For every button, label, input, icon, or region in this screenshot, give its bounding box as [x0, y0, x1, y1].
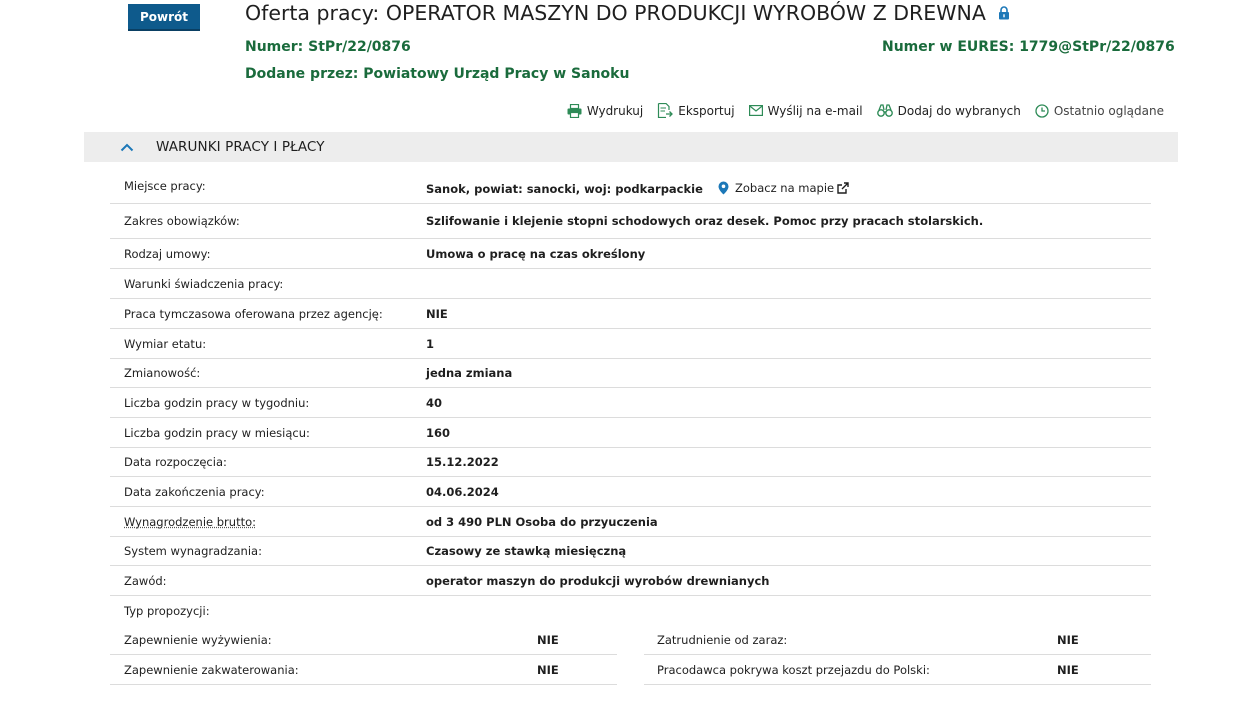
table-row: Wymiar etatu: 1 [110, 329, 1151, 359]
print-label: Wydrukuj [586, 103, 644, 118]
section-header-work-conditions[interactable]: WARUNKI PRACY I PŁACY [84, 132, 1178, 162]
grid-cell: Pracodawca pokrywa koszt przejazdu do Po… [644, 655, 1151, 685]
table-row: Data rozpoczęcia: 15.12.2022 [110, 448, 1151, 477]
envelope-icon [748, 105, 763, 116]
map-link[interactable]: Zobacz na mapie [718, 181, 855, 195]
external-link-icon [837, 181, 849, 194]
page-title-text: Oferta pracy: OPERATOR MASZYN DO PRODUKC… [245, 1, 986, 25]
table-row: Typ propozycji: [110, 596, 1151, 625]
row-value: NIE [426, 306, 448, 321]
row-label: Data zakończenia pracy: [124, 484, 265, 499]
row-label: Rodzaj umowy: [124, 246, 211, 261]
table-row: Zawód: operator maszyn do produkcji wyro… [110, 566, 1151, 596]
grid-cell: Zapewnienie wyżywienia: NIE [110, 625, 617, 655]
binoculars-icon [876, 104, 893, 117]
grid-cell: Zatrudnienie od zaraz: NIE [644, 625, 1151, 655]
favorites-label: Dodaj do wybranych [897, 103, 1021, 118]
table-row: Miejsce pracy: Sanok, powiat: sanocki, w… [110, 172, 1151, 204]
row-value: operator maszyn do produkcji wyrobów dre… [426, 573, 770, 588]
export-label: Eksportuj [678, 103, 735, 118]
table-row: Liczba godzin pracy w miesiącu: 160 [110, 418, 1151, 448]
row-label: Zawód: [124, 573, 167, 588]
table-row: Praca tymczasowa oferowana przez agencję… [110, 299, 1151, 329]
added-by-label: Dodane przez: [245, 66, 359, 82]
export-button[interactable]: Eksportuj [657, 103, 735, 118]
back-button[interactable]: Powrót [128, 4, 200, 31]
grid-label: Pracodawca pokrywa koszt przejazdu do Po… [657, 662, 930, 677]
grid-label: Zapewnienie zakwaterowania: [124, 662, 299, 677]
recent-label: Ostatnio oglądane [1053, 103, 1164, 118]
row-label: Wymiar etatu: [124, 336, 207, 351]
eures-number-value: 1779@StPr/22/0876 [1019, 39, 1175, 55]
row-label: System wynagradzania: [124, 544, 262, 558]
row-value: 15.12.2022 [426, 455, 499, 469]
row-value: 04.06.2024 [426, 484, 499, 499]
table-row: System wynagradzania: Czasowy ze stawką … [110, 537, 1151, 566]
table-row: Data zakończenia pracy: 04.06.2024 [110, 477, 1151, 507]
salary-label[interactable]: Wynagrodzenie brutto: [124, 515, 256, 529]
add-favorites-button[interactable]: Dodaj do wybranych [876, 103, 1021, 118]
row-label: Praca tymczasowa oferowana przez agencję… [124, 306, 383, 321]
print-button[interactable]: Wydrukuj [567, 103, 643, 118]
row-value: 40 [426, 395, 443, 410]
table-row: Rodzaj umowy: Umowa o pracę na czas okre… [110, 239, 1151, 269]
email-label: Wyślij na e-mail [767, 103, 863, 118]
row-value: 160 [426, 425, 451, 440]
eures-number-label: Numer w EURES: [882, 39, 1015, 55]
row-value: Sanok, powiat: sanocki, woj: podkarpacki… [426, 181, 703, 196]
table-row: Zakres obowiązków: Szlifowanie i klejeni… [110, 204, 1151, 239]
map-pin-icon [718, 181, 729, 194]
added-by: Dodane przez: Powiatowy Urząd Pracy w Sa… [245, 66, 629, 82]
row-value: Czasowy ze stawką miesięczną [426, 544, 627, 558]
offer-number-label: Numer: [245, 39, 304, 55]
grid-value: NIE [537, 662, 559, 677]
table-row: Liczba godzin pracy w tygodniu: 40 [110, 388, 1151, 418]
table-row: Zmianowość: jedna zmiana [110, 359, 1151, 388]
row-label: Liczba godzin pracy w miesiącu: [124, 425, 310, 440]
row-label: Zakres obowiązków: [124, 214, 240, 228]
row-value: Umowa o pracę na czas określony [426, 246, 646, 261]
printer-icon [567, 103, 582, 118]
row-label: Warunki świadczenia pracy: [124, 276, 284, 291]
page-title: Oferta pracy: OPERATOR MASZYN DO PRODUKC… [245, 1, 1010, 25]
row-label: Zmianowość: [124, 366, 201, 380]
export-icon [658, 103, 674, 118]
action-toolbar: Wydrukuj Eksportuj Wyślij na e-mail Doda… [553, 103, 1164, 118]
row-value: Szlifowanie i klejenie stopni schodowych… [426, 214, 984, 228]
recently-viewed-button[interactable]: Ostatnio oglądane [1035, 103, 1164, 118]
row-value: 1 [426, 336, 435, 351]
row-label: Data rozpoczęcia: [124, 455, 227, 469]
row-value: od 3 490 PLN Osoba do przyuczenia [426, 514, 658, 529]
grid-value: NIE [1057, 662, 1079, 677]
clock-icon [1035, 103, 1049, 118]
work-conditions-table: Miejsce pracy: Sanok, powiat: sanocki, w… [110, 172, 1151, 625]
section-title: WARUNKI PRACY I PŁACY [156, 139, 325, 155]
grid-label: Zapewnienie wyżywienia: [124, 632, 272, 647]
offer-number: Numer: StPr/22/0876 [245, 39, 411, 55]
added-by-value: Powiatowy Urząd Pracy w Sanoku [363, 66, 630, 82]
chevron-up-icon[interactable] [120, 143, 136, 152]
offer-number-value: StPr/22/0876 [308, 39, 411, 55]
row-value: jedna zmiana [426, 366, 513, 380]
row-label: Miejsce pracy: [124, 179, 206, 193]
grid-row: Zapewnienie wyżywienia: NIE Zatrudnienie… [110, 625, 1151, 655]
email-button[interactable]: Wyślij na e-mail [748, 103, 863, 118]
proposal-type-grid: Zapewnienie wyżywienia: NIE Zatrudnienie… [110, 625, 1151, 685]
grid-row: Zapewnienie zakwaterowania: NIE Pracodaw… [110, 655, 1151, 685]
table-row: Wynagrodzenie brutto: od 3 490 PLN Osoba… [110, 507, 1151, 537]
table-row: Warunki świadczenia pracy: [110, 269, 1151, 299]
eures-number: Numer w EURES: 1779@StPr/22/0876 [882, 39, 1175, 55]
map-link-label: Zobacz na mapie [735, 180, 835, 195]
grid-value: NIE [537, 632, 559, 647]
grid-value: NIE [1057, 632, 1079, 647]
grid-label: Zatrudnienie od zaraz: [657, 632, 788, 647]
grid-cell: Zapewnienie zakwaterowania: NIE [110, 655, 617, 685]
lock-icon [998, 6, 1010, 20]
row-label: Typ propozycji: [124, 603, 210, 618]
row-label: Wynagrodzenie brutto: [110, 515, 426, 529]
row-label: Liczba godzin pracy w tygodniu: [124, 395, 310, 410]
